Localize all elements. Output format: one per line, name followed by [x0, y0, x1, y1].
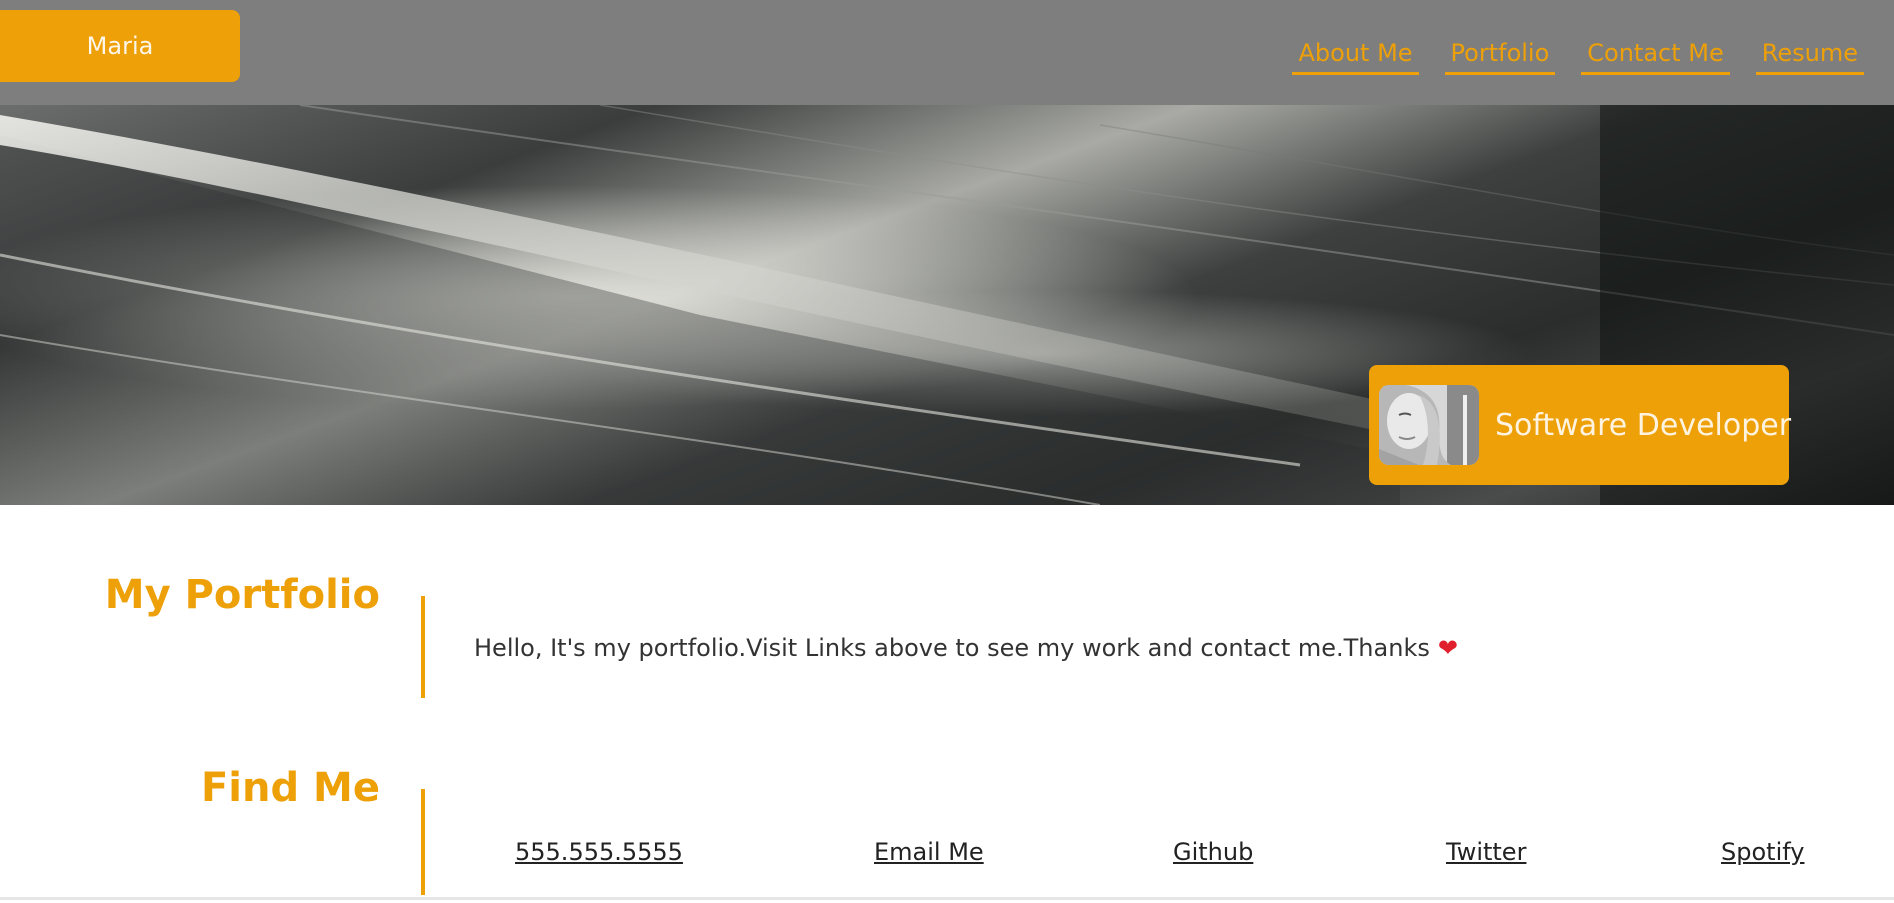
bottom-rule — [0, 897, 1894, 900]
twitter-link[interactable]: Twitter — [1446, 838, 1526, 866]
portfolio-divider — [421, 596, 425, 698]
portfolio-intro: Hello, It's my portfolio.Visit Links abo… — [474, 634, 1458, 662]
find-me-heading: Find Me — [200, 765, 380, 811]
brand-logo-button[interactable]: Maria — [0, 10, 240, 82]
site-header: Maria About Me Portfolio Contact Me Resu… — [0, 0, 1894, 105]
nav-about-me[interactable]: About Me — [1292, 36, 1419, 75]
find-me-divider — [421, 789, 425, 895]
email-link[interactable]: Email Me — [874, 838, 984, 866]
nav-contact-me[interactable]: Contact Me — [1581, 36, 1730, 75]
github-link[interactable]: Github — [1173, 838, 1253, 866]
profile-photo — [1379, 385, 1479, 465]
portfolio-intro-text: Hello, It's my portfolio.Visit Links abo… — [474, 634, 1430, 662]
main-nav: About Me Portfolio Contact Me Resume — [1292, 36, 1864, 75]
role-card: Software Developer — [1369, 365, 1792, 485]
phone-link[interactable]: 555.555.5555 — [515, 838, 683, 866]
heart-icon: ❤ — [1437, 634, 1458, 662]
portfolio-heading: My Portfolio — [104, 572, 380, 618]
role-title: Software Developer — [1495, 407, 1792, 443]
nav-resume[interactable]: Resume — [1755, 36, 1864, 75]
nav-portfolio[interactable]: Portfolio — [1444, 36, 1556, 75]
spotify-link[interactable]: Spotify — [1721, 838, 1804, 866]
